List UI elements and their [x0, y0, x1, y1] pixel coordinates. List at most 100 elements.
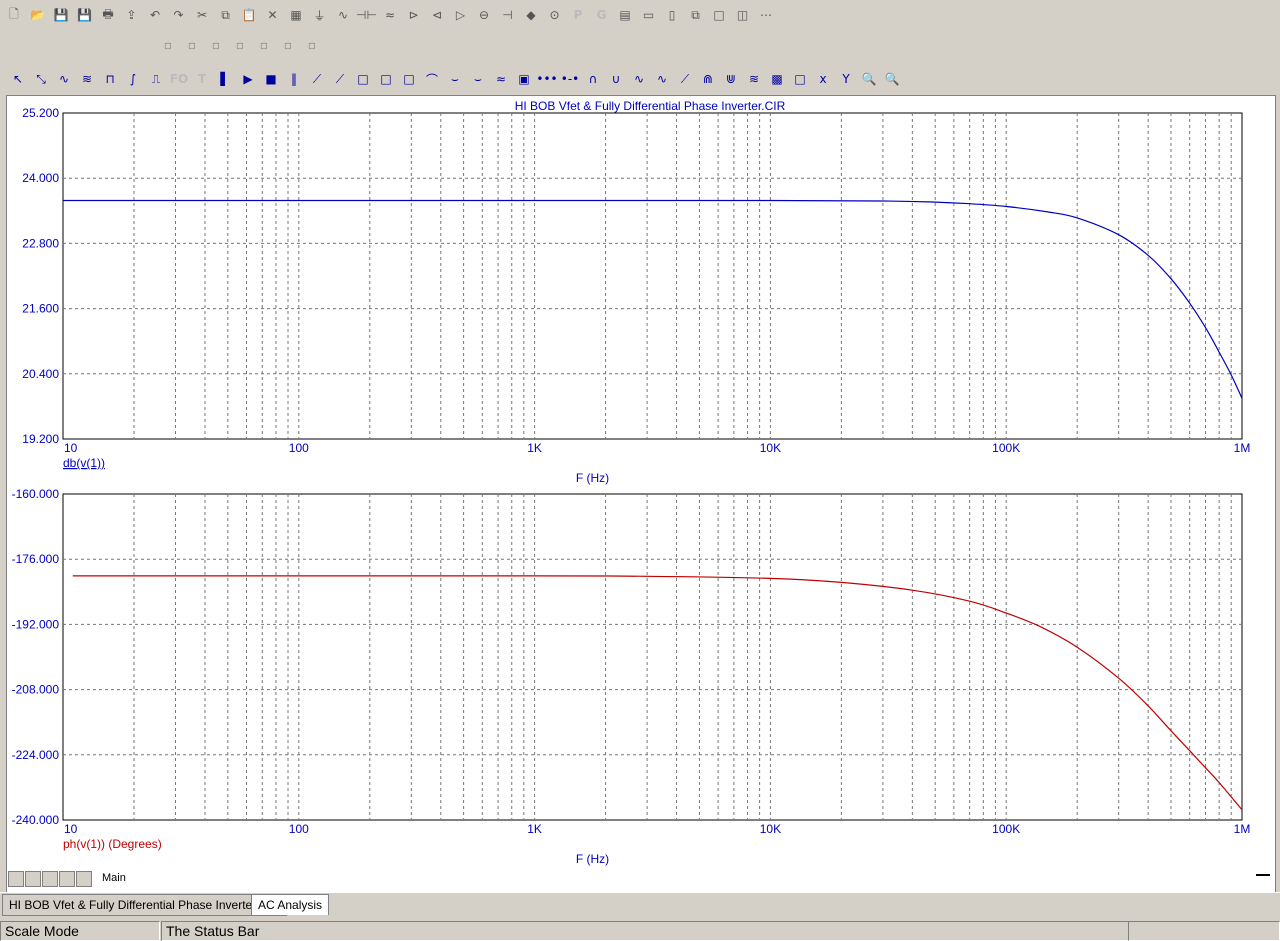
toolbar-main: 🗋 📂 💾 💾 🖶 ⇪ ↶ ↷ ✂ ⧉ 📋 ✕ ▦ ⏚ ∿ ⊣⊢ ≈ ⊳ ⊲ ▷ ⊖ ⊣ ◆ ⊙ P G ▤ ▭ ▯ ⧉ □ ◫ ⋯ [0, 0, 1280, 30]
y-tick-label: -208.000 [12, 683, 60, 697]
tile-vertical-icon[interactable]: ▯ [662, 5, 682, 25]
sw-icon[interactable]: ▫ [254, 35, 274, 55]
source-icon[interactable]: ⊖ [474, 5, 494, 25]
print-icon[interactable]: 🖶 [98, 5, 118, 25]
series-line[interactable] [63, 199, 1243, 399]
curve3-icon[interactable]: ⌣ [468, 69, 488, 89]
fo-icon[interactable]: FO [169, 69, 189, 89]
valley-icon[interactable]: ∪ [606, 69, 626, 89]
new-file-icon[interactable]: 🗋 [4, 5, 24, 25]
line-icon[interactable]: ⟋ [307, 69, 327, 89]
chart-icon[interactable]: ▣ [514, 69, 534, 89]
redo-icon[interactable]: ↷ [169, 5, 189, 25]
row2-btn-b-icon[interactable]: ▫ [182, 35, 202, 55]
next-page-button[interactable] [42, 871, 58, 887]
series-line[interactable] [72, 575, 1243, 811]
add-page-button[interactable] [76, 871, 92, 887]
box3-icon[interactable]: □ [399, 69, 419, 89]
pen-icon[interactable]: ▫ [230, 35, 250, 55]
probe-icon[interactable]: ⊙ [545, 5, 565, 25]
curve4-icon[interactable]: ≈ [491, 69, 511, 89]
x-tick-label: 1M [1234, 822, 1251, 836]
grid-icon[interactable]: ⋯ [756, 5, 776, 25]
dots-icon[interactable]: ••• [536, 69, 557, 89]
inductor-icon[interactable]: ≈ [380, 5, 400, 25]
copy-icon[interactable]: ⧉ [216, 5, 236, 25]
pulse-icon[interactable]: ⎍ [146, 69, 166, 89]
white-box-icon[interactable]: □ [790, 69, 810, 89]
opamp-icon[interactable]: ▷ [451, 5, 471, 25]
prev-page-button[interactable] [25, 871, 41, 887]
node-icon[interactable]: ◆ [521, 5, 541, 25]
open-folder-icon[interactable]: 📂 [28, 5, 48, 25]
tile-horizontal-icon[interactable]: ▭ [639, 5, 659, 25]
first-page-button[interactable] [8, 871, 24, 887]
curve1-icon[interactable]: ⌒ [422, 69, 442, 89]
waveform-icon[interactable]: ∿ [54, 69, 74, 89]
zoom-out-icon[interactable]: 🔍 [882, 69, 902, 89]
transistor-icon[interactable]: ⊲ [427, 5, 447, 25]
play-icon[interactable]: ▶ [238, 69, 258, 89]
diode-icon[interactable]: ⊳ [404, 5, 424, 25]
peak-valley-icon[interactable]: ∿ [629, 69, 649, 89]
window-icon[interactable]: ▤ [615, 5, 635, 25]
maximize-icon[interactable]: □ [709, 5, 729, 25]
split-icon[interactable]: ◫ [733, 5, 753, 25]
capacitor-icon[interactable]: ⊣⊢ [356, 5, 377, 25]
color-icon[interactable]: ▩ [767, 69, 787, 89]
row2-btn-c-icon[interactable]: ▫ [206, 35, 226, 55]
g-icon[interactable]: G [592, 5, 612, 25]
resistor-icon[interactable]: ∿ [333, 5, 353, 25]
ground-icon[interactable]: ⏚ [310, 5, 330, 25]
text-icon[interactable]: T [192, 69, 212, 89]
tab-ac-analysis[interactable]: AC Analysis [251, 894, 330, 915]
lows-icon[interactable]: ⋓ [721, 69, 741, 89]
paste-icon[interactable]: 📋 [239, 5, 259, 25]
scale-icon[interactable]: ⤡ [31, 69, 51, 89]
x-cursor-icon[interactable]: x [813, 69, 833, 89]
highs-icon[interactable]: ⋒ [698, 69, 718, 89]
page-tab-main[interactable]: Main [99, 871, 129, 886]
cursor-icon[interactable]: ▌ [215, 69, 235, 89]
wave2-icon[interactable]: ≋ [77, 69, 97, 89]
both-icon[interactable]: ≋ [744, 69, 764, 89]
battery-icon[interactable]: ⊣ [498, 5, 518, 25]
curve2-icon[interactable]: ⌣ [445, 69, 465, 89]
last-page-button[interactable] [59, 871, 75, 887]
delete-icon[interactable]: ✕ [263, 5, 283, 25]
wave-icon[interactable]: ∿ [652, 69, 672, 89]
cascade-icon[interactable]: ⧉ [686, 5, 706, 25]
arrows-icon[interactable]: ▫ [278, 35, 298, 55]
p-icon[interactable]: P [568, 5, 588, 25]
undo-icon[interactable]: ↶ [145, 5, 165, 25]
save-icon[interactable]: 💾 [51, 5, 71, 25]
select-arrow-icon[interactable]: ↖ [8, 69, 28, 89]
peak-icon[interactable]: ∩ [583, 69, 603, 89]
rise-icon[interactable]: ∫ [123, 69, 143, 89]
page-nav: Main [8, 871, 129, 887]
save-as-icon[interactable]: 💾 [75, 5, 95, 25]
marker-icon[interactable]: ▫ [302, 35, 322, 55]
dots2-icon[interactable]: •-• [560, 69, 580, 89]
box1-icon[interactable]: □ [353, 69, 373, 89]
x-tick-label: 10K [760, 822, 781, 836]
slope-icon[interactable]: ⟋ [675, 69, 695, 89]
stop-icon[interactable]: ■ [261, 69, 281, 89]
chart-phase[interactable]: -160.000 -176.000 -192.000 -208.000 -224.000… [12, 487, 1251, 866]
box2-icon[interactable]: □ [376, 69, 396, 89]
cut-icon[interactable]: ✂ [192, 5, 212, 25]
wave3-icon[interactable]: ⊓ [100, 69, 120, 89]
plot-area[interactable]: HI BOB Vfet & Fully Differential Phase I… [6, 95, 1276, 893]
chart-magnitude[interactable]: 25.200 24.000 22.800 21.600 20.400 19.200 10 10… [22, 106, 1250, 485]
tab-circuit-file[interactable]: HI BOB Vfet & Fully Differential Phase I… [2, 894, 287, 916]
scroll-marker[interactable] [1256, 874, 1270, 876]
row2-btn-a-icon[interactable]: ▫ [158, 35, 178, 55]
series-label[interactable]: db(v(1)) [63, 456, 105, 470]
y-cursor-icon[interactable]: Y [836, 69, 856, 89]
line2-icon[interactable]: ⟋ [330, 69, 350, 89]
export-icon[interactable]: ⇪ [122, 5, 142, 25]
pause-icon[interactable]: ‖ [284, 69, 304, 89]
zoom-in-icon[interactable]: 🔍 [859, 69, 879, 89]
series-label[interactable]: ph(v(1)) (Degrees) [63, 837, 162, 851]
select-all-icon[interactable]: ▦ [286, 5, 306, 25]
